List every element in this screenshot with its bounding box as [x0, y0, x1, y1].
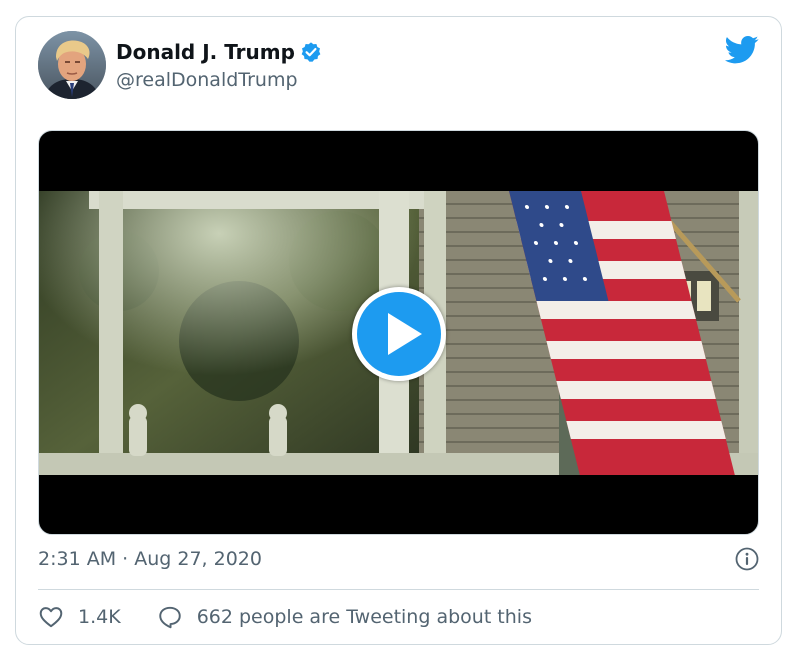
heart-icon	[39, 607, 63, 628]
tweet-actions: 1.4K 662 people are Tweeting about this	[38, 602, 532, 632]
tweeting-about-link[interactable]: 662 people are Tweeting about this	[157, 604, 532, 630]
user-handle[interactable]: @realDonaldTrump	[116, 68, 298, 92]
like-count: 1.4K	[78, 606, 121, 628]
info-icon[interactable]	[735, 547, 759, 571]
tweeting-about-text: 662 people are Tweeting about this	[196, 606, 532, 628]
tweet-card: Donald J. Trump @realDonaldTrump 2:31 AM…	[15, 16, 782, 645]
tweet-timestamp[interactable]: 2:31 AM · Aug 27, 2020	[38, 547, 262, 571]
verified-badge-icon	[300, 41, 322, 63]
display-name[interactable]: Donald J. Trump	[116, 39, 295, 65]
like-button[interactable]: 1.4K	[38, 604, 121, 630]
avatar-image	[38, 31, 106, 99]
play-icon[interactable]	[352, 287, 446, 381]
speech-bubble-icon	[158, 606, 181, 629]
divider	[38, 589, 759, 590]
twitter-bird-icon[interactable]	[725, 35, 759, 65]
video-player[interactable]	[38, 130, 759, 535]
avatar[interactable]	[38, 31, 106, 99]
